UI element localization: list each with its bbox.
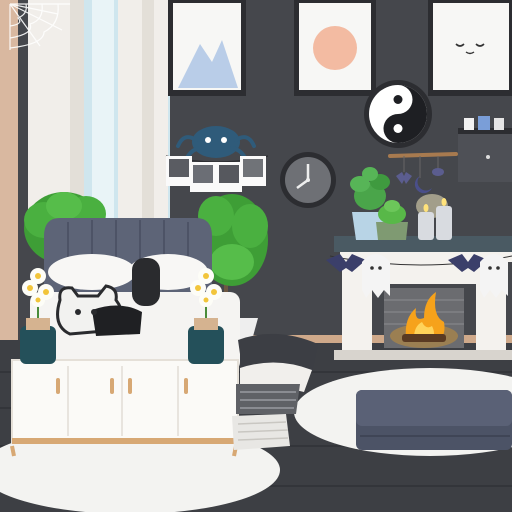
yin-yang-icon: [364, 80, 432, 148]
ghost-icon: [480, 254, 508, 298]
bedroom-illustration: [0, 0, 512, 512]
wall-clock-icon: [280, 152, 336, 208]
mirror-cushion: [132, 258, 160, 306]
pillow-left: [48, 254, 136, 290]
ghost-icon: [362, 254, 390, 298]
bedroom-scene: [0, 0, 512, 512]
fireplace: [334, 236, 512, 360]
sleepy-face-art-icon: [428, 0, 512, 96]
ottoman: [356, 390, 512, 450]
bed-cabinet: [10, 359, 239, 457]
mountain-art-icon: [168, 0, 246, 96]
sun-art-icon: [294, 0, 376, 96]
wall-cabinet: [458, 116, 512, 182]
